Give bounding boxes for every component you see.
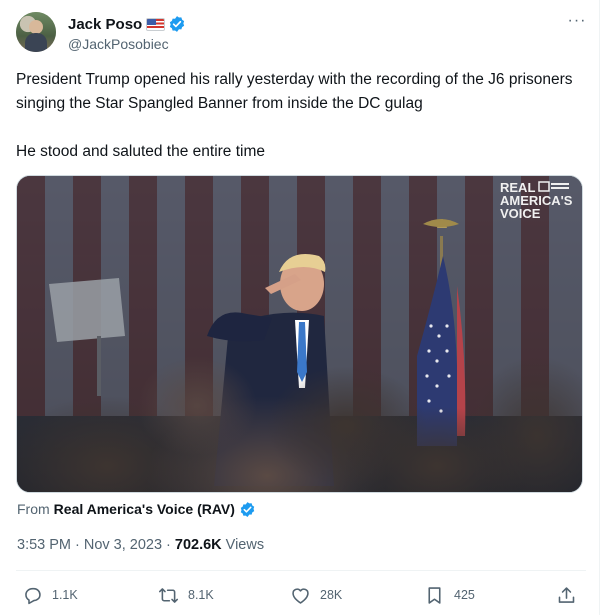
repost-button[interactable]: 8.1K <box>158 582 214 608</box>
action-bar: 1.1K 8.1K 28K 425 <box>16 582 586 608</box>
meta-separator: · <box>166 537 171 553</box>
heart-icon <box>292 587 309 604</box>
author-handle[interactable]: @JackPosobiec <box>68 36 169 52</box>
share-icon <box>558 586 575 603</box>
reply-icon <box>25 587 41 604</box>
tweet-date[interactable]: Nov 3, 2023 <box>84 537 162 553</box>
views-label: Views <box>225 537 265 553</box>
reply-count: 1.1K <box>52 588 78 602</box>
verified-badge-icon[interactable] <box>168 15 186 33</box>
us-flag-icon <box>146 17 166 31</box>
repost-icon <box>158 587 179 603</box>
author-avatar[interactable] <box>16 12 56 52</box>
tweet-card: Jack Poso @JackPosobiec ··· President Tr… <box>0 0 600 615</box>
video-frame: REAL AMERICA'S VOICE <box>17 176 582 492</box>
divider <box>16 570 586 571</box>
tweet-meta: 3:53 PM · Nov 3, 2023 · 702.6K Views <box>17 535 264 555</box>
media-attribution: From Real America's Voice (RAV) <box>17 499 256 519</box>
views-count: 702.6K <box>174 537 222 553</box>
like-button[interactable]: 28K <box>290 582 342 608</box>
verified-badge-icon <box>240 501 255 517</box>
repost-count: 8.1K <box>188 588 214 602</box>
bookmark-icon <box>428 586 441 604</box>
tweet-time[interactable]: 3:53 PM <box>17 537 71 553</box>
tweet-text: President Trump opened his rally yesterd… <box>16 71 573 160</box>
attribution-source-link[interactable]: Real America's Voice (RAV) <box>54 501 235 517</box>
bookmark-button[interactable]: 425 <box>424 582 475 608</box>
attribution-prefix: From <box>17 501 50 517</box>
like-count: 28K <box>320 588 343 602</box>
more-options-icon[interactable]: ··· <box>566 13 588 32</box>
watermark-line3: VOICE <box>500 206 541 221</box>
author-name-row: Jack Poso <box>68 14 186 34</box>
bookmark-count: 425 <box>454 588 475 602</box>
meta-separator: · <box>75 537 80 553</box>
reply-button[interactable]: 1.1K <box>22 582 78 608</box>
tweet-video[interactable]: REAL AMERICA'S VOICE <box>16 175 583 493</box>
share-button[interactable] <box>556 582 577 608</box>
author-display-name[interactable]: Jack Poso <box>68 16 142 33</box>
tweet-header: Jack Poso @JackPosobiec ··· <box>16 12 588 56</box>
